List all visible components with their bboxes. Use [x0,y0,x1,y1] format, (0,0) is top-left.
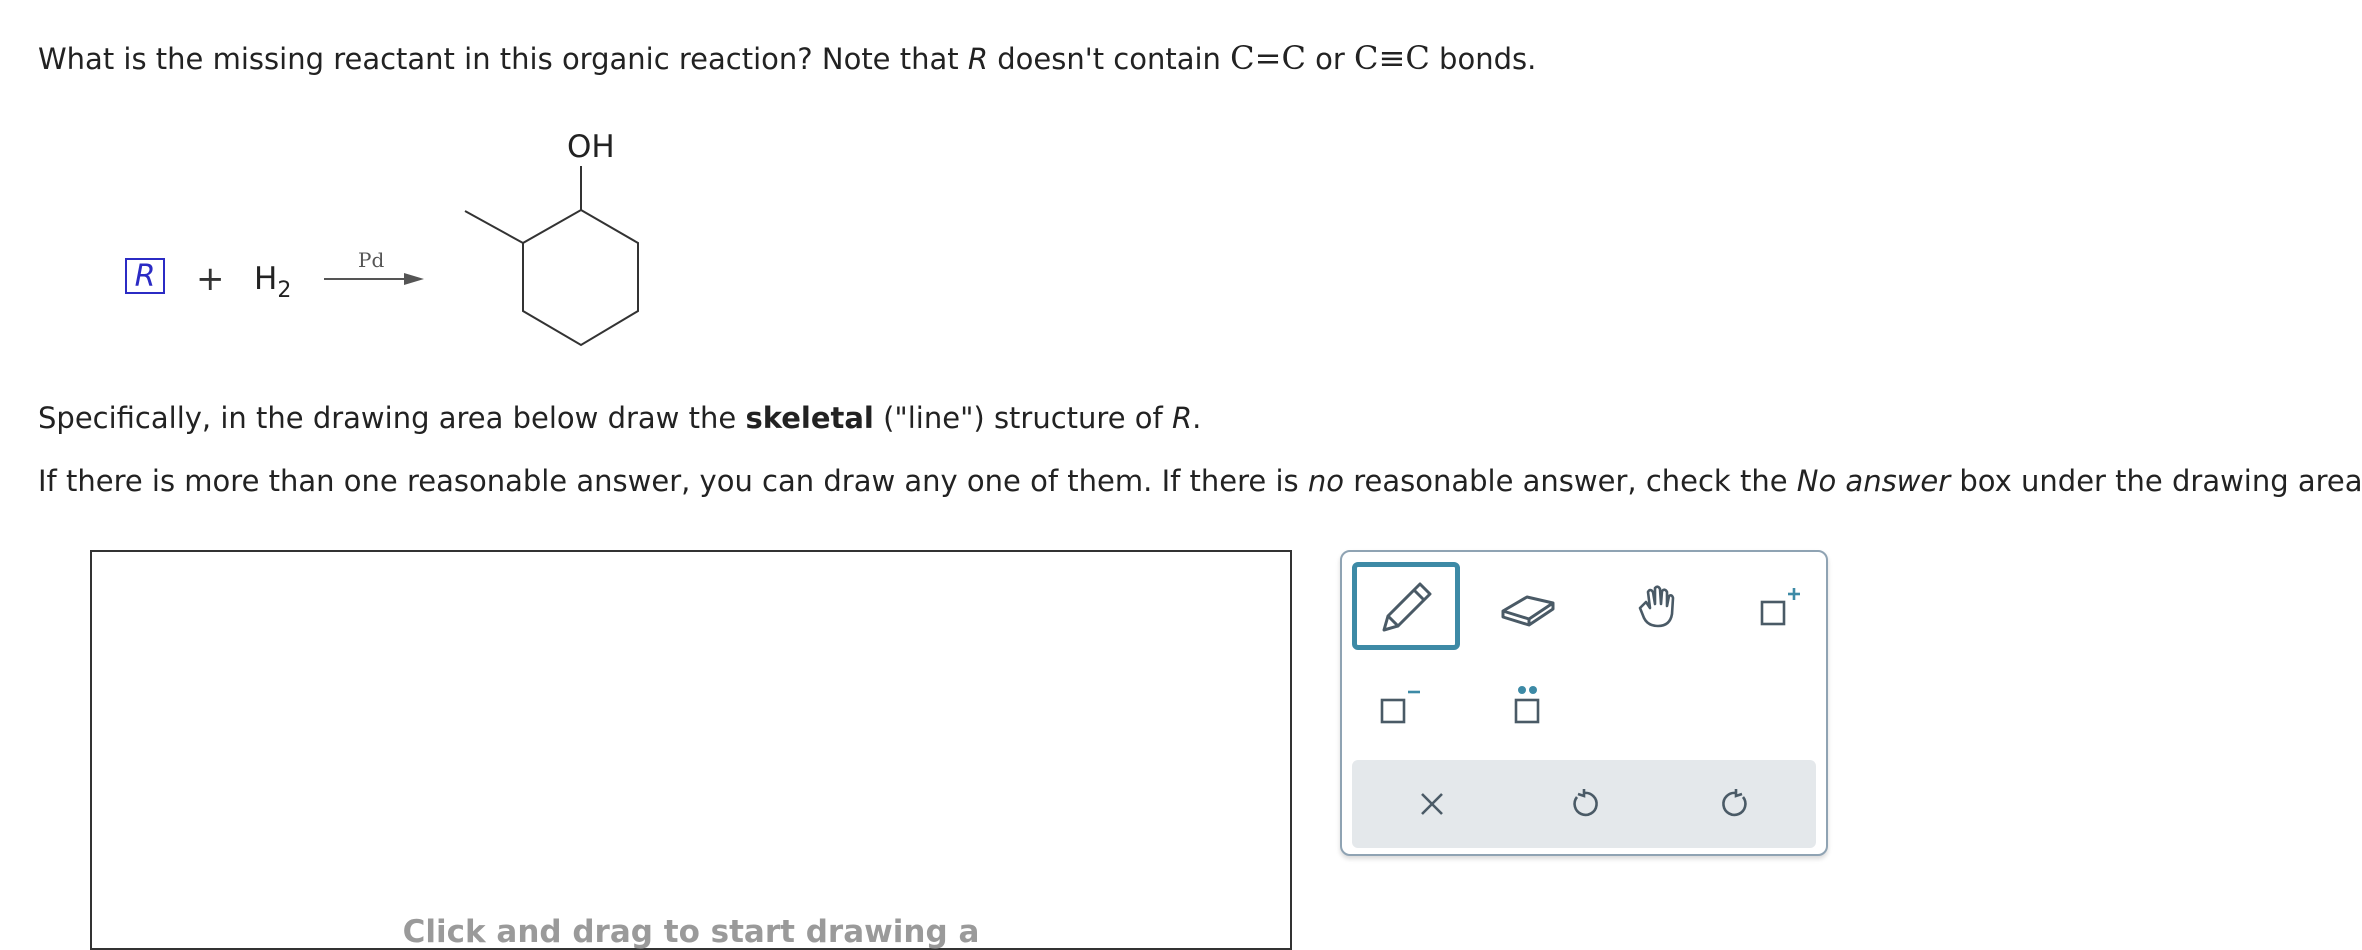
pencil-tool-button[interactable] [1352,562,1460,650]
instruction-line-2: If there is more than one reasonable ans… [38,464,2362,498]
redo-icon [1722,789,1747,817]
clear-icon [1421,793,1443,815]
lone-pair-icon [1514,686,1540,724]
pencil-icon [1382,582,1432,632]
increase-charge-icon [1760,588,1800,626]
eraser-icon [1501,595,1555,627]
instruction-line-1: Specifically, in the drawing area below … [38,401,1202,435]
decrease-charge-icon [1380,690,1420,724]
undo-icon [1573,789,1598,817]
redo-button[interactable] [1706,774,1766,834]
undo-button[interactable] [1554,774,1614,834]
reaction-arrow [324,273,424,285]
clear-button[interactable] [1402,774,1462,834]
drawing-toolbar [1340,550,1828,856]
product-structure [464,166,639,347]
decrease-charge-button[interactable] [1364,670,1434,740]
lone-pair-button[interactable] [1492,670,1562,740]
hand-icon [1638,585,1675,628]
hand-tool-button[interactable] [1620,572,1690,642]
toolbar-actions [1352,760,1816,848]
eraser-tool-button[interactable] [1492,572,1562,642]
increase-charge-button[interactable] [1744,572,1814,642]
drawing-canvas[interactable]: Click and drag to start drawing a [90,550,1292,950]
canvas-hint: Click and drag to start drawing a [402,914,980,950]
